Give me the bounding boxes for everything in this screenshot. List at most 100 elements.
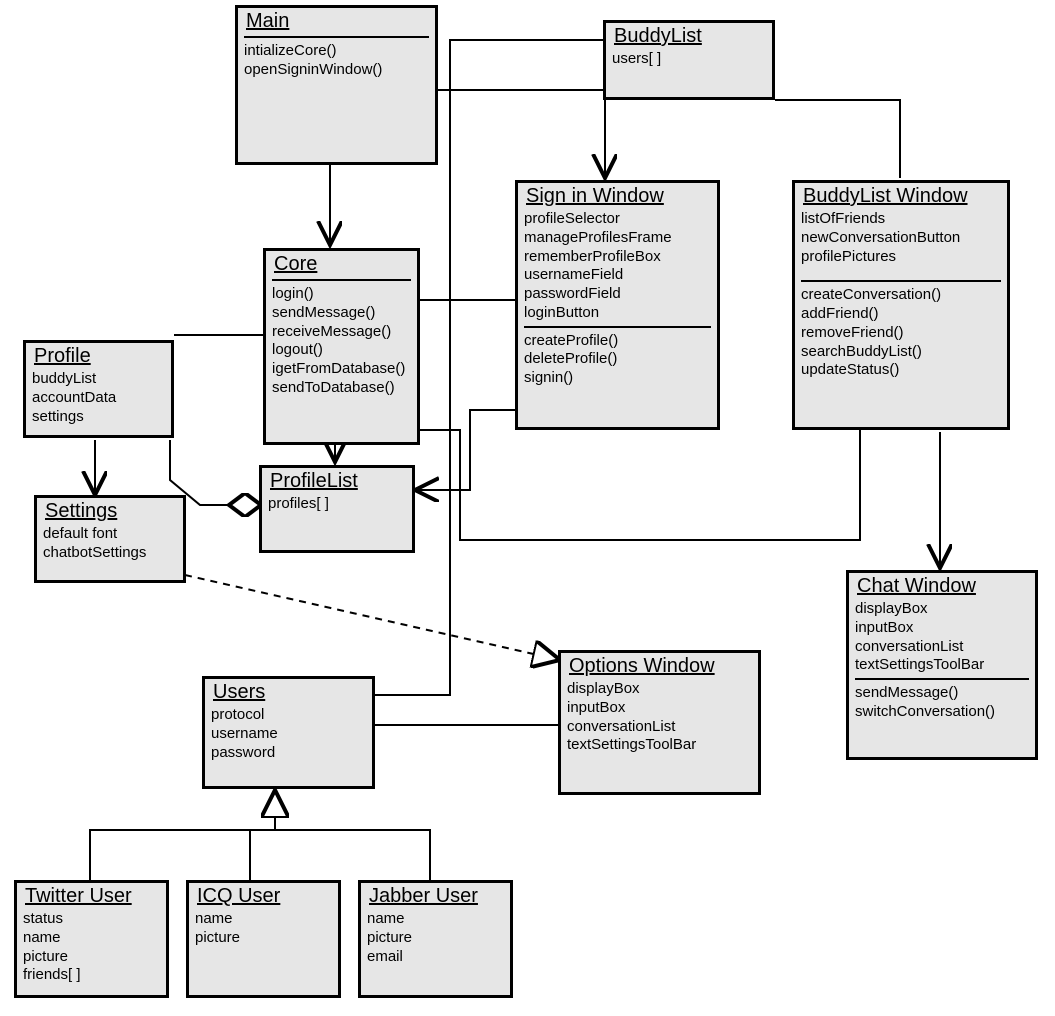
class-optionswindow: Options Window displayBox inputBox conve… xyxy=(558,650,761,795)
attr: rememberProfileBox xyxy=(524,248,711,267)
attr: inputBox xyxy=(567,699,752,718)
attr: username xyxy=(211,725,366,744)
attr: email xyxy=(367,948,504,967)
op: igetFromDatabase() xyxy=(272,360,411,379)
attr: displayBox xyxy=(567,680,752,699)
class-chatwindow: Chat Window displayBox inputBox conversa… xyxy=(846,570,1038,760)
class-title: Profile xyxy=(34,345,165,368)
class-jabberuser: Jabber User name picture email xyxy=(358,880,513,998)
class-title: Settings xyxy=(45,500,177,523)
op: switchConversation() xyxy=(855,703,1029,722)
attr: profiles[ ] xyxy=(268,495,406,514)
attr: name xyxy=(367,910,504,929)
class-twitteruser: Twitter User status name picture friends… xyxy=(14,880,169,998)
class-body-ops: sendMessage() switchConversation() xyxy=(855,684,1029,722)
class-title: Users xyxy=(213,681,366,704)
attr: name xyxy=(195,910,332,929)
attr: usernameField xyxy=(524,266,711,285)
class-title: Chat Window xyxy=(857,575,1029,598)
attr: status xyxy=(23,910,160,929)
attr: buddyList xyxy=(32,370,165,389)
op: signin() xyxy=(524,369,711,388)
divider xyxy=(855,678,1029,680)
class-title: Jabber User xyxy=(369,885,504,908)
class-profilelist: ProfileList profiles[ ] xyxy=(259,465,415,553)
class-body: status name picture friends[ ] xyxy=(23,910,160,985)
attr: textSettingsToolBar xyxy=(567,736,752,755)
class-body: profileSelector manageProfilesFrame reme… xyxy=(524,210,711,323)
attr: settings xyxy=(32,408,165,427)
class-title: Options Window xyxy=(569,655,752,678)
class-body: protocol username password xyxy=(211,706,366,762)
class-title: Sign in Window xyxy=(526,185,711,208)
attr: passwordField xyxy=(524,285,711,304)
divider xyxy=(244,36,429,38)
class-body: buddyList accountData settings xyxy=(32,370,165,426)
attr: profilePictures xyxy=(801,248,1001,267)
class-core: Core login() sendMessage() receiveMessag… xyxy=(263,248,420,445)
divider xyxy=(801,280,1001,282)
attr: accountData xyxy=(32,389,165,408)
class-body: listOfFriends newConversationButton prof… xyxy=(801,210,1001,266)
op: createProfile() xyxy=(524,332,711,351)
class-title: BuddyList Window xyxy=(803,185,1001,208)
attr: protocol xyxy=(211,706,366,725)
attr: picture xyxy=(195,929,332,948)
class-settings: Settings default font chatbotSettings xyxy=(34,495,186,583)
op: deleteProfile() xyxy=(524,350,711,369)
op: sendMessage() xyxy=(855,684,1029,703)
class-title: Core xyxy=(274,253,411,276)
attr: displayBox xyxy=(855,600,1029,619)
class-title: BuddyList xyxy=(614,25,766,48)
class-title: ICQ User xyxy=(197,885,332,908)
attr: newConversationButton xyxy=(801,229,1001,248)
attr: name xyxy=(23,929,160,948)
class-profile: Profile buddyList accountData settings xyxy=(23,340,174,438)
attr: profileSelector xyxy=(524,210,711,229)
attr: friends[ ] xyxy=(23,966,160,985)
class-body-ops: createConversation() addFriend() removeF… xyxy=(801,286,1001,380)
class-body: login() sendMessage() receiveMessage() l… xyxy=(272,285,411,398)
op: sendMessage() xyxy=(272,304,411,323)
op: intializeCore() xyxy=(244,42,429,61)
attr: conversationList xyxy=(567,718,752,737)
attr: manageProfilesFrame xyxy=(524,229,711,248)
class-body: displayBox inputBox conversationList tex… xyxy=(567,680,752,755)
op: createConversation() xyxy=(801,286,1001,305)
class-title: Main xyxy=(246,10,429,33)
op: removeFriend() xyxy=(801,324,1001,343)
uml-diagram: OptionsWindow (dashed dependency) --> Ma… xyxy=(0,0,1055,1016)
class-body: name picture xyxy=(195,910,332,948)
attr: conversationList xyxy=(855,638,1029,657)
class-buddylistwindow: BuddyList Window listOfFriends newConver… xyxy=(792,180,1010,430)
class-body: profiles[ ] xyxy=(268,495,406,514)
class-signinwindow: Sign in Window profileSelector managePro… xyxy=(515,180,720,430)
class-title: Twitter User xyxy=(25,885,160,908)
attr: users[ ] xyxy=(612,50,766,69)
class-body: users[ ] xyxy=(612,50,766,69)
class-body-ops: createProfile() deleteProfile() signin() xyxy=(524,332,711,388)
class-title: ProfileList xyxy=(270,470,406,493)
op: searchBuddyList() xyxy=(801,343,1001,362)
attr: inputBox xyxy=(855,619,1029,638)
op: receiveMessage() xyxy=(272,323,411,342)
class-icquser: ICQ User name picture xyxy=(186,880,341,998)
class-body: displayBox inputBox conversationList tex… xyxy=(855,600,1029,675)
op: sendToDatabase() xyxy=(272,379,411,398)
attr: picture xyxy=(367,929,504,948)
op: addFriend() xyxy=(801,305,1001,324)
divider xyxy=(272,279,411,281)
class-body: name picture email xyxy=(367,910,504,966)
op: logout() xyxy=(272,341,411,360)
class-body: default font chatbotSettings xyxy=(43,525,177,563)
class-main: Main intializeCore() openSigninWindow() xyxy=(235,5,438,165)
attr: default font xyxy=(43,525,177,544)
attr: textSettingsToolBar xyxy=(855,656,1029,675)
op: openSigninWindow() xyxy=(244,61,429,80)
attr: listOfFriends xyxy=(801,210,1001,229)
op: login() xyxy=(272,285,411,304)
attr: loginButton xyxy=(524,304,711,323)
class-users: Users protocol username password xyxy=(202,676,375,789)
attr: password xyxy=(211,744,366,763)
op: updateStatus() xyxy=(801,361,1001,380)
